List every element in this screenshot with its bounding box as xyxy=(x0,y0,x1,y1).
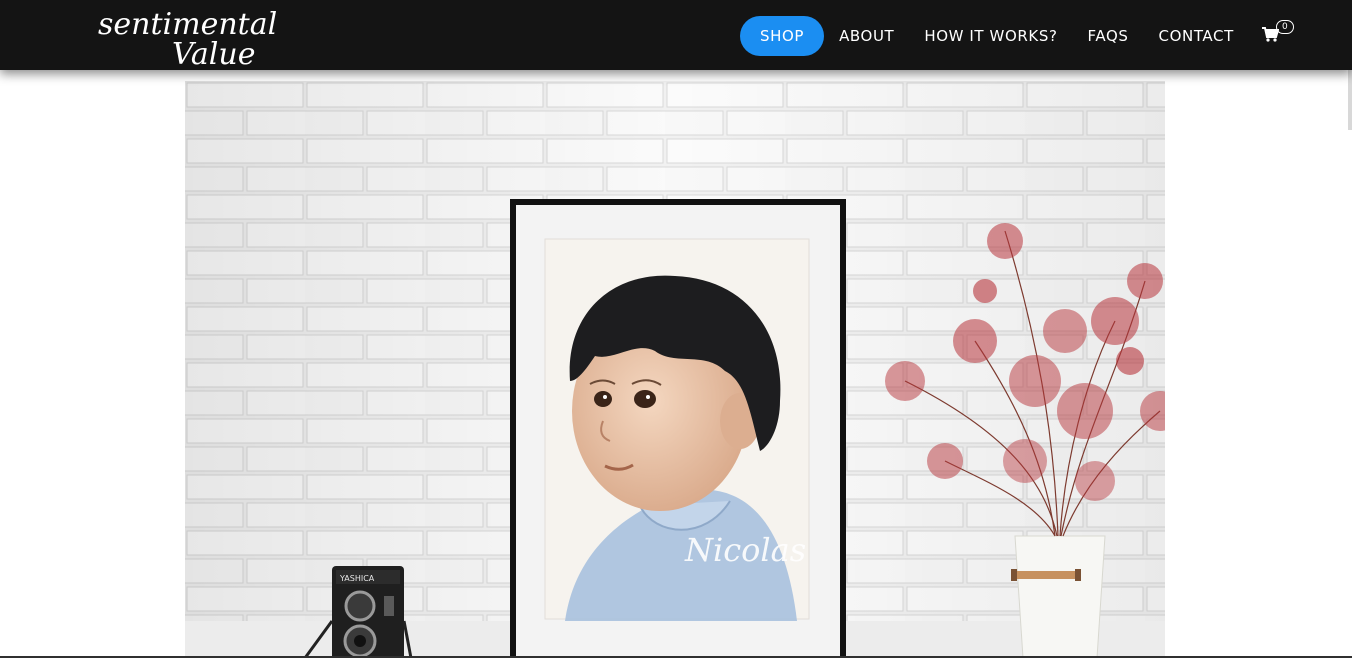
portrait-signature: Nicolas xyxy=(684,531,806,569)
cart-count-badge: 0 xyxy=(1275,20,1294,34)
cart-button[interactable]: 0 xyxy=(1249,16,1294,56)
main-nav: SHOP ABOUT HOW IT WORKS? FAQS CONTACT 0 xyxy=(740,16,1294,56)
nav-item-faqs[interactable]: FAQS xyxy=(1073,16,1144,56)
nav-item-contact[interactable]: CONTACT xyxy=(1144,16,1249,56)
logo-line-2: Value xyxy=(172,37,255,70)
hero-scene: Nicolas YASHICA xyxy=(185,81,1165,658)
flower-vase xyxy=(1011,535,1106,658)
top-navbar: sentimental Value SHOP ABOUT HOW IT WORK… xyxy=(0,0,1352,70)
portrait-frame: Nicolas xyxy=(510,199,846,658)
hero-image: Nicolas YASHICA xyxy=(185,81,1165,658)
scrollbar[interactable] xyxy=(1348,70,1352,130)
brand-logo[interactable]: sentimental Value xyxy=(96,0,286,70)
nav-item-how-it-works[interactable]: HOW IT WORKS? xyxy=(909,16,1072,56)
camera-brand: YASHICA xyxy=(339,574,375,583)
nav-item-shop[interactable]: SHOP xyxy=(740,16,825,56)
brand-logo-script: sentimental Value xyxy=(98,7,277,70)
nav-item-about[interactable]: ABOUT xyxy=(824,16,909,56)
